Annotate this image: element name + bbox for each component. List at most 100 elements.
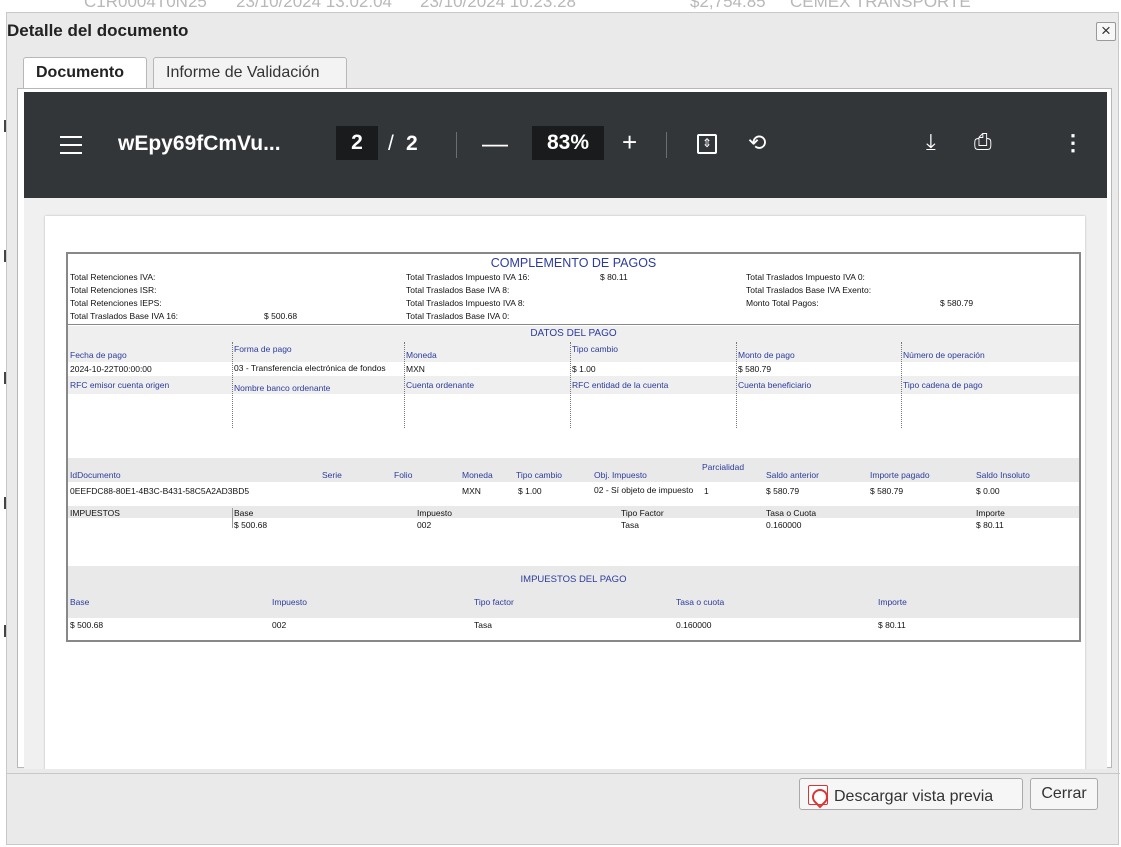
cp-value: $ 580.79 [940, 298, 974, 308]
dialog-title: Detalle del documento [7, 21, 189, 40]
cp-label: Total Traslados Base IVA 8: [406, 285, 510, 295]
value-saldo-insoluto: $ 0.00 [976, 486, 1000, 496]
ip-header-tipo-factor: Tipo factor [474, 597, 514, 607]
zoom-level-input[interactable]: 83% [532, 126, 604, 160]
value-parcialidad: 1 [704, 486, 709, 496]
cp-label: Total Traslados Impuesto IVA 8: [406, 298, 525, 308]
column-separator [736, 342, 737, 428]
complemento-row: Total Traslados Base IVA 16: $ 500.68 To… [68, 311, 1079, 322]
imp-value-impuesto: 002 [417, 520, 432, 530]
header-rfc-emisor: RFC emisor cuenta origen [70, 380, 170, 390]
imp-header-tipo-factor: Tipo Factor [621, 508, 664, 518]
header-iddocumento: IdDocumento [70, 470, 121, 480]
complemento-row: Total Retenciones ISR: Total Traslados B… [68, 285, 1079, 296]
more-icon[interactable]: ⋮ [1062, 130, 1084, 156]
bg-id: C1R0004T0N25 [84, 0, 207, 10]
background-row: C1R0004T0N25 23/10/2024 13:02:04 23/10/2… [0, 0, 1121, 10]
header-parcialidad: Parcialidad [702, 462, 745, 472]
header-moneda: Moneda [406, 350, 437, 360]
value-saldo-anterior: $ 580.79 [766, 486, 800, 496]
header-forma-pago: Forma de pago [234, 344, 292, 354]
close-icon[interactable]: × [1096, 22, 1116, 41]
menu-icon[interactable] [60, 136, 82, 154]
header-nombre-banco: Nombre banco ordenante [234, 383, 331, 393]
header-numero-operacion: Número de operación [903, 350, 985, 360]
footer-divider [7, 773, 1120, 774]
column-separator [570, 342, 571, 428]
value-moneda-doc: MXN [462, 486, 481, 496]
bg-date2: 23/10/2024 10:23:28 [420, 0, 576, 10]
imp-header-tasa-cuota: Tasa o Cuota [766, 508, 817, 518]
page-number-input[interactable]: 2 [336, 126, 378, 160]
header-fecha-pago: Fecha de pago [70, 350, 127, 360]
page-total: 2 [406, 132, 418, 155]
header-folio: Folio [394, 470, 413, 480]
value-fecha-pago: 2024-10-22T00:00:00 [70, 364, 152, 374]
toolbar-divider [456, 132, 457, 158]
cp-value: $ 80.11 [600, 272, 628, 282]
header-moneda-doc: Moneda [462, 470, 493, 480]
ip-value-tipo-factor: Tasa [474, 620, 492, 630]
tab-panel: wEpy69fCmVu... 2 / 2 — 83% + ⇕ ⟲ ⤓ ⎙ ⋮ C… [17, 88, 1112, 769]
document-detail-dialog: Detalle del documento × Documento Inform… [6, 12, 1120, 845]
pdf-toolbar: wEpy69fCmVu... 2 / 2 — 83% + ⇕ ⟲ ⤓ ⎙ ⋮ [24, 92, 1107, 198]
rotate-icon[interactable]: ⟲ [748, 130, 766, 156]
ip-header-importe: Importe [878, 597, 907, 607]
ip-value-tasa-cuota: 0.160000 [676, 620, 712, 630]
imp-value-base: $ 500.68 [234, 520, 268, 530]
header-obj-impuesto: Obj. Impuesto [594, 470, 647, 480]
complemento-title: COMPLEMENTO DE PAGOS [490, 256, 657, 270]
cp-label: Total Traslados Impuesto IVA 16: [406, 272, 530, 282]
bg-company: CEMEX TRANSPORTE [790, 0, 971, 10]
ip-header-impuesto: Impuesto [272, 597, 307, 607]
column-separator [232, 342, 233, 428]
cp-value: $ 500.68 [264, 311, 298, 321]
impuestos-label: IMPUESTOS [70, 508, 120, 518]
header-cuenta-ordenante: Cuenta ordenante [406, 380, 475, 390]
header-tipo-cambio-doc: Tipo cambio [516, 470, 562, 480]
value-forma-pago: 03 - Transferencia electrónica de fondos [234, 363, 386, 373]
value-monto-pago: $ 580.79 [738, 364, 772, 374]
value-iddocumento: 0EEFDC88-80E1-4B3C-B431-58C5A2AD3BD5 [70, 486, 250, 496]
imp-header-impuesto: Impuesto [417, 508, 452, 518]
pdf-icon [808, 785, 828, 805]
payment-complement-document: COMPLEMENTO DE PAGOS Total Retenciones I… [66, 252, 1081, 642]
header-tipo-cadena: Tipo cadena de pago [903, 380, 983, 390]
page-separator: / [388, 132, 394, 155]
imp-value-tipo-factor: Tasa [621, 520, 639, 530]
value-tipo-cambio-doc: $ 1.00 [518, 486, 542, 496]
column-separator [232, 508, 233, 528]
bg-amount: $2,754.85 [690, 0, 766, 10]
pdf-page: COMPLEMENTO DE PAGOS Total Retenciones I… [45, 216, 1085, 769]
bg-date1: 23/10/2024 13:02:04 [236, 0, 392, 10]
impuestos-header-band [68, 506, 1079, 518]
value-tipo-cambio: $ 1.00 [572, 364, 596, 374]
cp-label: Monto Total Pagos: [746, 298, 819, 308]
ip-header-tasa-cuota: Tasa o cuota [676, 597, 725, 607]
tab-informe-validacion[interactable]: Informe de Validación [153, 57, 347, 89]
zoom-out-icon[interactable]: — [482, 128, 508, 159]
ip-value-impuesto: 002 [272, 620, 287, 630]
ip-value-importe: $ 80.11 [878, 620, 906, 630]
zoom-in-icon[interactable]: + [622, 127, 637, 158]
section-divider [68, 324, 1079, 325]
toolbar-divider [666, 132, 667, 158]
tab-documento[interactable]: Documento [23, 57, 147, 90]
header-tipo-cambio: Tipo cambio [572, 344, 618, 354]
impuestos-pago-title: IMPUESTOS DEL PAGO [520, 574, 627, 585]
cp-label: Total Traslados Impuesto IVA 0: [746, 272, 865, 282]
header-monto-pago: Monto de pago [738, 350, 795, 360]
download-preview-label: Descargar vista previa [834, 788, 994, 805]
download-preview-button[interactable]: Descargar vista previa [799, 778, 1023, 810]
print-icon[interactable]: ⎙ [974, 129, 992, 155]
cp-label: Total Retenciones ISR: [70, 285, 157, 295]
ip-value-base: $ 500.68 [70, 620, 104, 630]
pdf-viewer: wEpy69fCmVu... 2 / 2 — 83% + ⇕ ⟲ ⤓ ⎙ ⋮ C… [24, 92, 1107, 769]
value-obj-impuesto: 02 - Sí objeto de impuesto [594, 485, 694, 495]
cp-label: Total Traslados Base IVA 16: [70, 311, 179, 321]
document-name: wEpy69fCmVu... [118, 132, 281, 155]
fit-page-icon[interactable]: ⇕ [697, 134, 717, 154]
download-icon[interactable]: ⤓ [926, 129, 936, 155]
cp-label: Total Retenciones IEPS: [70, 298, 162, 308]
close-button[interactable]: Cerrar [1030, 778, 1098, 810]
